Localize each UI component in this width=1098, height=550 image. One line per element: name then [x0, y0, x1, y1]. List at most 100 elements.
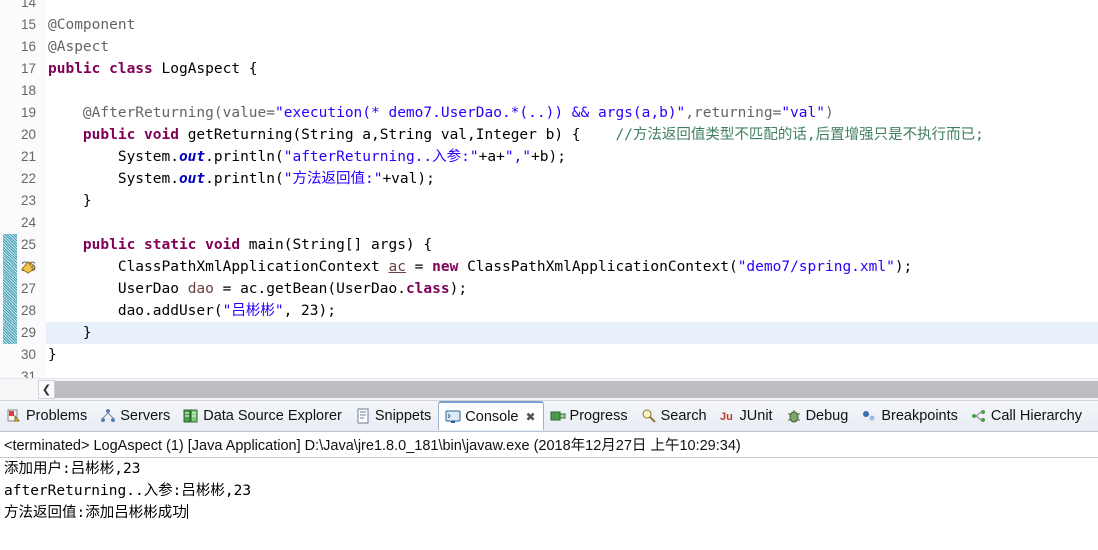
code-token: @AfterReturning(value= [48, 105, 275, 121]
tab-progress[interactable]: Progress [544, 401, 635, 430]
code-token: "execution(* demo7.UserDao.*(..)) && arg… [274, 105, 686, 121]
console-view[interactable]: <terminated> LogAspect (1) [Java Applica… [0, 432, 1098, 550]
code-token: ); [894, 259, 913, 275]
tab-breakpoints[interactable]: Breakpoints [855, 401, 965, 430]
code-token: ); [449, 281, 468, 297]
code-line-text: public static void main(String[] args) { [48, 234, 432, 256]
tab-debug[interactable]: Debug [780, 401, 856, 430]
tab-label: Progress [569, 407, 628, 424]
tab-problems[interactable]: Problems [0, 401, 94, 430]
line-number: 28 [20, 303, 36, 318]
line-number: 23 [20, 193, 36, 208]
scrollbar-thumb[interactable] [55, 381, 1098, 398]
tab-snippets[interactable]: Snippets [349, 401, 438, 430]
tab-junit[interactable]: Ju JUnit [714, 401, 780, 430]
code-line[interactable]: 16 @Aspect [0, 36, 1098, 58]
code-token: +val); [382, 171, 435, 187]
servers-icon [100, 408, 116, 424]
tab-label: Debug [805, 407, 849, 424]
code-token: } [48, 325, 92, 341]
code-token: ,returning= [685, 105, 782, 121]
code-token: System. [48, 171, 179, 187]
code-line[interactable]: 31 [0, 366, 1098, 378]
search-icon [641, 408, 657, 424]
code-line[interactable]: 30} [0, 344, 1098, 366]
code-line[interactable]: 22 System.out.println("方法返回值:"+val); [0, 168, 1098, 190]
tab-label: Console [465, 408, 519, 425]
code-line-text: } [48, 344, 57, 366]
line-number: 30 [20, 347, 36, 362]
code-token: class [109, 61, 162, 77]
code-line[interactable]: 18 [0, 80, 1098, 102]
code-line[interactable]: 28 dao.addUser("吕彬彬", 23); [0, 300, 1098, 322]
code-editor[interactable]: 14 15 @Component 16 @Aspect 17 public class Lo… [0, 0, 1098, 378]
tab-label: Breakpoints [881, 407, 958, 424]
code-line[interactable]: 24 [0, 212, 1098, 234]
code-token: "吕彬彬" [222, 303, 284, 319]
code-line[interactable]: 17 public class LogAspect { [0, 58, 1098, 80]
callhierarchy-icon [971, 408, 987, 424]
scroll-left-arrow-icon[interactable]: ❮ [38, 380, 55, 399]
tab-label: Data Source Explorer [203, 407, 342, 424]
code-token: main(String[] args) { [248, 237, 433, 253]
code-line[interactable]: 29 } [0, 322, 1098, 344]
tab-label: JUnit [739, 407, 773, 424]
code-token: "demo7/spring.xml" [737, 259, 895, 275]
code-token: "val" [781, 105, 825, 121]
code-line[interactable]: 21 System.out.println("afterReturning..入… [0, 146, 1098, 168]
code-token: ac [388, 259, 406, 275]
warning-marker-icon[interactable] [20, 259, 36, 275]
code-token: UserDao [48, 281, 188, 297]
code-token: ) [824, 105, 834, 121]
console-output-line: 方法返回值:添加吕彬彬成功 [0, 502, 1098, 524]
tab-call-hierarchy[interactable]: Call Hierarchy [965, 401, 1089, 430]
code-line[interactable]: 25 public static void main(String[] args… [0, 234, 1098, 256]
svg-text:Ju: Ju [720, 411, 733, 423]
code-line[interactable]: 15 @Component [0, 14, 1098, 36]
code-line-text: UserDao dao = ac.getBean(UserDao.class); [48, 278, 467, 300]
code-token: dao.addUser( [48, 303, 223, 319]
code-token: +b); [531, 149, 566, 165]
junit-icon: Ju [720, 408, 736, 424]
code-token: "afterReturning..入参:" [283, 149, 479, 165]
code-token: @Aspect [48, 39, 110, 55]
console-output-line: 添加用户:吕彬彬,23 [0, 458, 1098, 480]
close-icon[interactable]: ✖ [525, 410, 535, 424]
code-line[interactable]: 26 ClassPathXmlApplicationContext ac = n… [0, 256, 1098, 278]
code-token: , 23); [283, 303, 336, 319]
line-number: 29 [20, 325, 36, 340]
annotation-column [41, 0, 46, 378]
editor-horizontal-scrollbar[interactable]: ❮ [0, 378, 1098, 400]
code-token: //方法返回值类型不匹配的话,后置增强只是不执行而已; [615, 127, 984, 143]
view-tabbar[interactable]: Problems Servers Data Source Explorer Snipp… [0, 401, 1098, 432]
code-line-text: ClassPathXmlApplicationContext ac = new … [48, 256, 912, 278]
code-line[interactable]: 23 } [0, 190, 1098, 212]
code-token: @Component [48, 17, 136, 33]
code-token: void [205, 237, 249, 253]
console-output-line: afterReturning..入参:吕彬彬,23 [0, 480, 1098, 502]
code-token: out [178, 171, 206, 187]
code-line-text: System.out.println("afterReturning..入参:"… [48, 146, 566, 168]
code-lines-container[interactable]: 14 15 @Component 16 @Aspect 17 public class Lo… [0, 0, 1098, 378]
code-token: } [48, 193, 92, 209]
tab-search[interactable]: Search [635, 401, 714, 430]
tab-label: Snippets [374, 407, 432, 424]
tab-servers[interactable]: Servers [94, 401, 177, 430]
line-number: 18 [20, 83, 36, 98]
tab-data-source-explorer[interactable]: Data Source Explorer [177, 401, 349, 430]
code-line-text: System.out.println("方法返回值:"+val); [48, 168, 435, 190]
code-token: .println( [205, 149, 284, 165]
code-line-text: dao.addUser("吕彬彬", 23); [48, 300, 336, 322]
problems-icon [6, 408, 22, 424]
code-token: getReturning(String a,String val,Integer… [187, 127, 616, 143]
code-line-text: } [48, 190, 92, 212]
tab-label: Call Hierarchy [990, 407, 1082, 424]
console-output[interactable]: 添加用户:吕彬彬,23 afterReturning..入参:吕彬彬,23 方法返回… [0, 458, 1098, 524]
code-line[interactable]: 14 [0, 0, 1098, 14]
code-line[interactable]: 27 UserDao dao = ac.getBean(UserDao.clas… [0, 278, 1098, 300]
code-line[interactable]: 19 @AfterReturning(value="execution(* de… [0, 102, 1098, 124]
code-line[interactable]: 20 public void getReturning(String a,Str… [0, 124, 1098, 146]
tab-console[interactable]: Console ✖ [438, 401, 544, 430]
